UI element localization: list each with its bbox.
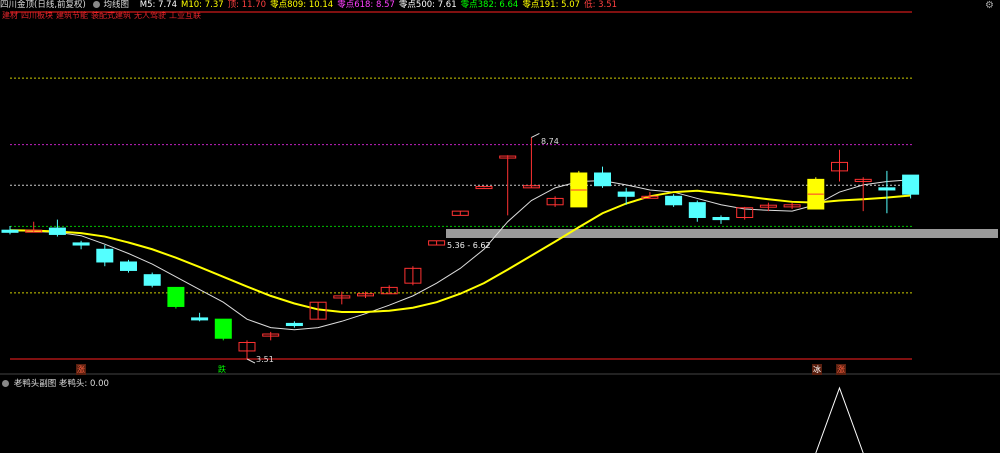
candle-body: [617, 191, 635, 197]
candle-body: [688, 202, 706, 218]
marker-cold: 冰: [812, 364, 822, 375]
oscillator-line: [815, 386, 864, 453]
candle-body: [594, 172, 611, 187]
candle-body: [712, 216, 730, 221]
candle-body: [191, 317, 209, 321]
marker-rise-right: 涨: [836, 364, 846, 375]
ma10-line: [9, 189, 911, 313]
marker-rise-left: 涨: [76, 364, 86, 375]
sub-panel-header: 老鸭头副图 老鸭头: 0.00: [2, 377, 109, 389]
candle-body: [167, 286, 185, 307]
candle-body: [665, 195, 683, 206]
ma5-line: [9, 179, 911, 331]
range-label: 5.36 - 6.62: [447, 241, 491, 250]
candle-body: [72, 242, 90, 246]
sub-panel-value: 老鸭头: 0.00: [58, 379, 109, 389]
marker-fall: 跌: [218, 365, 226, 374]
low-pointer: [246, 358, 256, 364]
candle-body: [214, 318, 232, 339]
candle-body: [878, 187, 896, 191]
sub-panel-title: 老鸭头副图: [13, 379, 57, 389]
support-band: [446, 229, 998, 238]
candle-body: [285, 322, 303, 327]
candle-body: [1, 229, 19, 233]
main-chart[interactable]: [0, 0, 1000, 453]
high-price-label: 8.74: [541, 137, 559, 146]
low-price-label: 3.51: [256, 355, 274, 364]
candle-body: [48, 227, 66, 235]
candle-body: [902, 174, 920, 195]
high-pointer: [531, 132, 540, 138]
candle-body: [120, 261, 137, 271]
candle-body: [475, 186, 493, 190]
circle-icon[interactable]: [2, 380, 9, 387]
candle-body: [96, 248, 114, 263]
candle-body: [143, 274, 161, 286]
